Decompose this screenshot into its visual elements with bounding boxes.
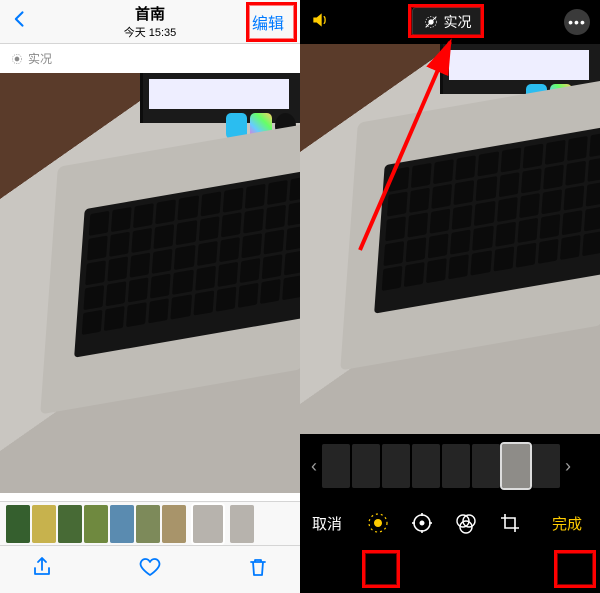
adjust-tool-button[interactable] (409, 510, 435, 536)
live-photo-icon (10, 52, 24, 66)
live-photo-badge: 实况 (0, 44, 300, 73)
back-button[interactable] (10, 9, 30, 35)
live-toggle-label: 实况 (444, 12, 472, 32)
thumbnail[interactable] (110, 505, 134, 543)
cancel-button[interactable]: 取消 (312, 513, 342, 534)
filters-icon (454, 511, 478, 535)
thumbnail[interactable] (230, 505, 254, 543)
thumbnail[interactable] (84, 505, 108, 543)
annotation-highlight (362, 550, 400, 588)
edit-tools (365, 510, 523, 536)
thumbnail-current[interactable] (193, 505, 223, 543)
photo-detail-pane: 首南 今天 15:35 编辑 实况 (0, 0, 300, 593)
thumbnail-strip[interactable] (0, 501, 300, 545)
adjust-icon (410, 511, 434, 535)
share-icon (30, 555, 54, 579)
frame-thumb[interactable] (532, 444, 560, 488)
filters-tool-button[interactable] (453, 510, 479, 536)
frame-thumb[interactable] (322, 444, 350, 488)
thumbnail[interactable] (162, 505, 186, 543)
frame-thumb[interactable] (352, 444, 380, 488)
detail-header: 首南 今天 15:35 编辑 (0, 0, 300, 44)
live-photo-off-icon (423, 14, 439, 30)
frame-thumb[interactable] (412, 444, 440, 488)
thumbnail[interactable] (136, 505, 160, 543)
crop-icon (498, 511, 522, 535)
frame-scrubber[interactable]: ‹ › (300, 434, 600, 498)
annotation-highlight (554, 550, 596, 588)
edit-toolbar: 取消 (300, 498, 600, 548)
done-button[interactable]: 完成 (546, 509, 588, 538)
live-tool-button[interactable] (365, 510, 391, 536)
thumbnail[interactable] (6, 505, 30, 543)
thumbnail[interactable] (32, 505, 56, 543)
live-tool-icon (366, 511, 390, 535)
edit-photo-canvas[interactable] (300, 44, 600, 434)
share-button[interactable] (30, 555, 54, 584)
scrub-right-icon[interactable]: › (562, 456, 574, 477)
crop-tool-button[interactable] (497, 510, 523, 536)
frame-thumb[interactable] (442, 444, 470, 488)
trash-icon (246, 555, 270, 579)
live-photo-label: 实况 (28, 50, 52, 67)
more-button[interactable]: ••• (564, 9, 590, 35)
frame-thumb[interactable] (382, 444, 410, 488)
frame-thumb-selected[interactable] (502, 444, 530, 488)
delete-button[interactable] (246, 555, 270, 584)
live-toggle-button[interactable]: 实况 (412, 7, 483, 37)
speaker-icon (310, 10, 330, 30)
scrub-left-icon[interactable]: ‹ (308, 456, 320, 477)
frame-thumb[interactable] (472, 444, 500, 488)
edit-button[interactable]: 编辑 (246, 7, 290, 37)
heart-icon (138, 555, 162, 579)
more-icon: ••• (568, 14, 586, 30)
mute-button[interactable] (310, 10, 330, 35)
chevron-left-icon (10, 9, 30, 29)
favorite-button[interactable] (138, 555, 162, 584)
edit-header: 实况 ••• (300, 0, 600, 44)
detail-toolbar (0, 545, 300, 593)
photo-edit-pane: 实况 ••• ‹ (300, 0, 600, 593)
photo-preview[interactable] (0, 73, 300, 493)
thumbnail[interactable] (58, 505, 82, 543)
